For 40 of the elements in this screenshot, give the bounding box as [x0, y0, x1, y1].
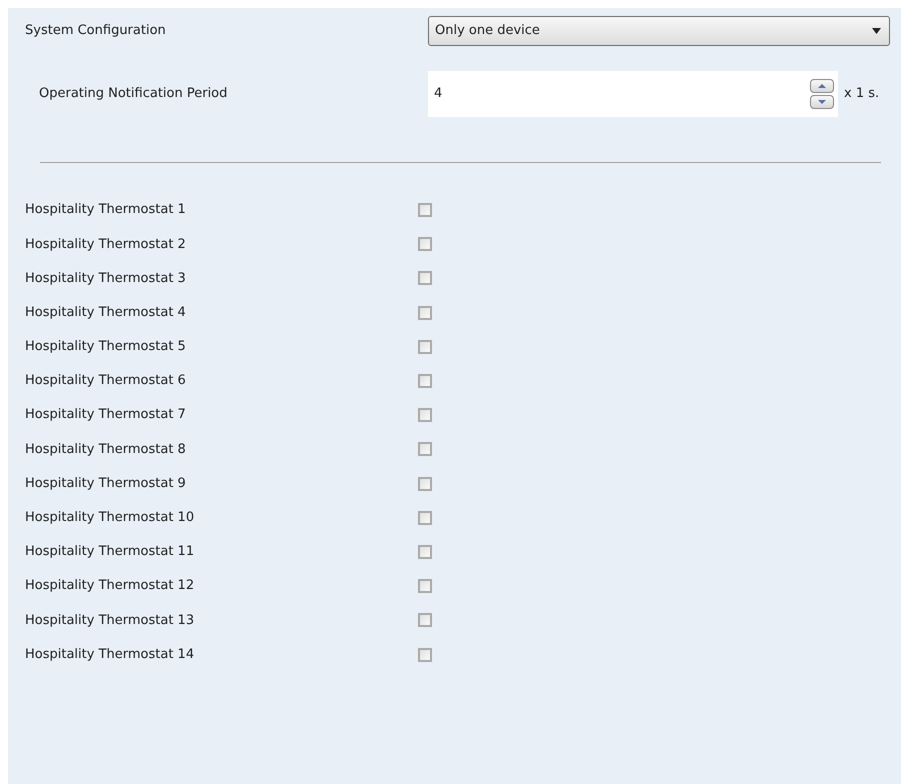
checkbox-label: Hospitality Thermostat 1	[24, 201, 187, 220]
checkbox[interactable]	[418, 203, 432, 218]
checkbox[interactable]	[418, 510, 432, 525]
checkbox[interactable]	[418, 476, 432, 491]
checkbox-label: Hospitality Thermostat 13	[24, 612, 196, 630]
checkbox[interactable]	[418, 648, 432, 662]
checkbox[interactable]	[418, 237, 432, 252]
caret-up-icon	[818, 84, 826, 88]
field-value: 4	[434, 85, 444, 104]
spin-down-button[interactable]	[810, 95, 834, 109]
dropdown[interactable]: Only one device	[428, 16, 890, 46]
field-label: Operating Notification Period	[38, 85, 228, 104]
checkbox[interactable]	[418, 544, 432, 559]
checkbox-label: Hospitality Thermostat 12	[24, 577, 196, 596]
checkbox[interactable]	[418, 442, 432, 456]
dropdown-value: Only one device	[435, 22, 540, 40]
field-label: System Configuration	[24, 22, 167, 40]
checkbox[interactable]	[418, 408, 432, 422]
unit-label: x 1 s.	[844, 85, 880, 104]
caret-icon	[872, 28, 881, 34]
checkbox-label: Hospitality Thermostat 9	[24, 474, 187, 493]
checkbox-label: Hospitality Thermostat 11	[24, 543, 196, 562]
checkbox-label: Hospitality Thermostat 6	[24, 372, 187, 390]
checkbox[interactable]	[418, 579, 432, 594]
checkbox[interactable]	[418, 340, 432, 354]
checkbox[interactable]	[418, 613, 432, 628]
checkbox-label: Hospitality Thermostat 7	[24, 406, 187, 424]
checkbox[interactable]	[418, 306, 432, 320]
checkbox-label: Hospitality Thermostat 5	[24, 338, 187, 356]
checkbox-label: Hospitality Thermostat 10	[24, 509, 196, 528]
checkbox-label: Hospitality Thermostat 3	[24, 270, 187, 288]
caret-down-icon	[818, 100, 826, 104]
checkbox[interactable]	[418, 374, 432, 388]
spin-up-button[interactable]	[810, 79, 834, 93]
number-field[interactable]: 4	[428, 71, 838, 117]
checkbox-label: Hospitality Thermostat 4	[24, 304, 187, 322]
checkbox-label: Hospitality Thermostat 8	[24, 440, 187, 459]
checkbox-label: Hospitality Thermostat 2	[24, 236, 187, 254]
checkbox-label: Hospitality Thermostat 14	[24, 646, 196, 664]
checkbox[interactable]	[418, 271, 432, 286]
